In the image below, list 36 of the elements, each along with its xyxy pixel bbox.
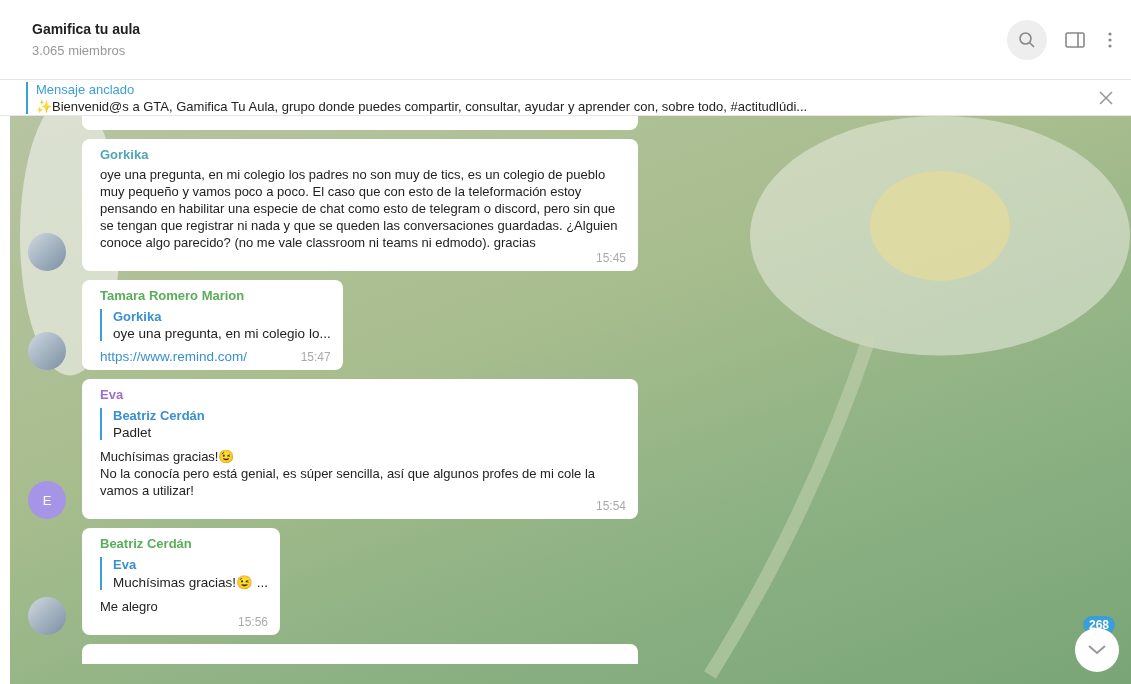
reply-author: Gorkika [113, 309, 163, 324]
chat-title: Gamifica tu aula [32, 21, 142, 37]
reply-quote[interactable]: Eva Muchísimas gracias!😉 ... [100, 557, 269, 590]
message-text: Me alegro [100, 598, 159, 615]
member-count: 3.065 miembros [32, 43, 127, 58]
pinned-label[interactable]: Mensaje anclado [36, 81, 1095, 97]
more-icon [1107, 30, 1113, 49]
reply-text: Padlet [113, 425, 153, 440]
message-text: Muchísimas gracias!😉 No la conocía pero está genial, es súper sencilla, así que algunos profes de mi cole la vamos a utilizar! [100, 448, 596, 499]
sender-name[interactable]: Tamara Romero Marion [100, 288, 331, 303]
sender-name[interactable]: Gorkika [100, 147, 626, 162]
scroll-down-button[interactable] [1075, 628, 1119, 672]
sender-name[interactable]: Eva [100, 387, 626, 402]
reply-author: Eva [113, 557, 138, 572]
search-button[interactable] [1007, 19, 1047, 60]
reply-text: oye una pregunta, en mi colegio lo... [113, 326, 331, 341]
message-time: 15:47 [300, 350, 331, 364]
message-time: 15:54 [595, 499, 626, 513]
avatar-photo-placeholder[interactable] [28, 597, 66, 635]
chevron-down-icon [1088, 645, 1106, 655]
avatar[interactable]: E [28, 481, 66, 519]
avatar-photo-placeholder[interactable] [28, 233, 66, 271]
reply-quote[interactable]: Gorkika oye una pregunta, en mi colegio lo... [100, 309, 331, 341]
pinned-message[interactable]: ✨Bienvenid@s a GTA, Gamifica Tu Aula, grupo donde puedes compartir, consultar, ayudar y aprender con, sobre todo, #actitudlúdi... [36, 98, 1095, 114]
reply-author: Beatriz Cerdán [113, 408, 206, 423]
message-time: 15:45 [595, 251, 626, 265]
reply-quote[interactable]: Beatriz Cerdán Padlet [100, 408, 626, 440]
message-time: 15:56 [238, 615, 269, 629]
avatar-photo-placeholder[interactable] [28, 332, 66, 370]
reply-text: Muchísimas gracias!😉 ... [113, 574, 269, 590]
search-icon [1018, 30, 1036, 49]
close-icon [1099, 90, 1113, 105]
message-text: oye una pregunta, en mi colegio los padres no son muy de tics, es un colegio de pueblo muy pequeño y vamos poco a poco. El caso que con esto de la teleformación estoy pensando en habilitar una especie de chat como esto de telegram o discord, pero sin que se tengan que registrar ni nada y que se queden las conversaciones guardadas. ¿Alguien conoce algo parecido? (no me vale classroom ni teams ni edmodo). gracias [100, 166, 619, 251]
message-link[interactable]: https://www.remind.com/ [100, 349, 248, 364]
sender-name[interactable]: Beatriz Cerdán [100, 536, 269, 551]
panel-icon [1065, 31, 1085, 48]
